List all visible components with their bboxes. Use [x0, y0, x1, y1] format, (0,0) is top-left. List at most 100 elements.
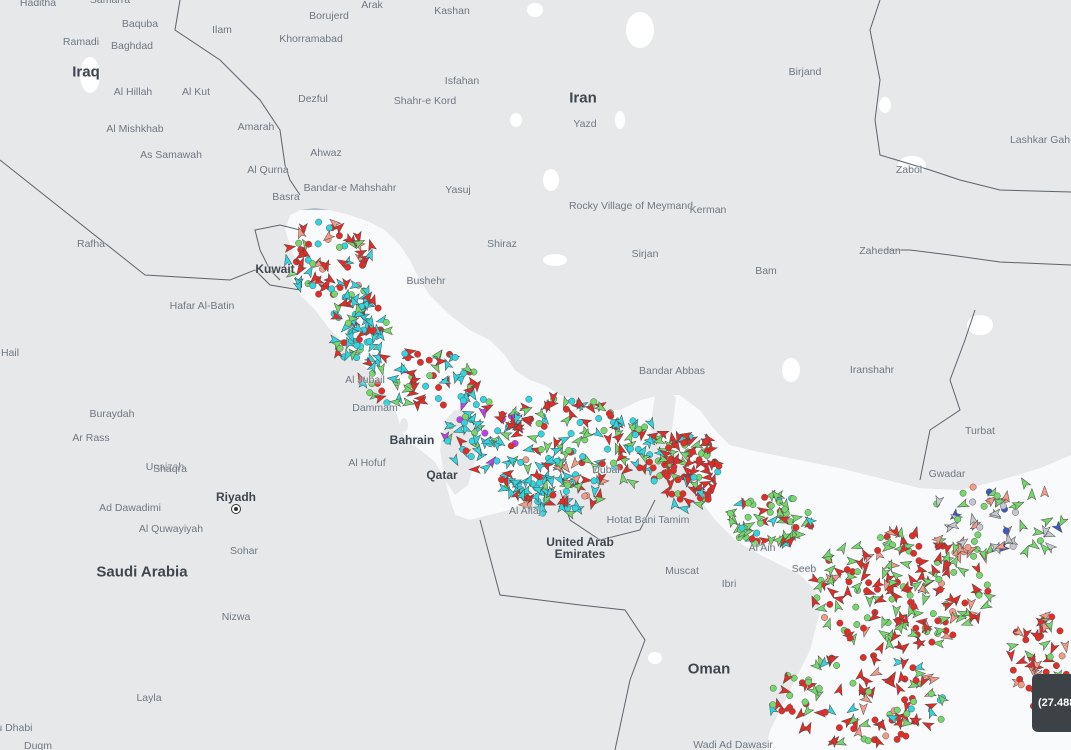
vessel-marker-icon[interactable] — [788, 707, 796, 715]
vessel-marker-icon[interactable] — [1022, 636, 1030, 644]
vessel-marker-icon[interactable] — [448, 453, 461, 467]
vessel-marker-icon[interactable] — [537, 430, 545, 438]
vessel-marker-icon[interactable] — [425, 356, 433, 364]
vessel-marker-icon[interactable] — [874, 546, 882, 554]
vessel-marker-icon[interactable] — [766, 508, 774, 516]
vessel-marker-icon[interactable] — [849, 679, 857, 687]
vessel-marker-icon[interactable] — [1009, 666, 1017, 674]
vessel-marker-icon[interactable] — [919, 592, 931, 606]
vessel-marker-icon[interactable] — [695, 456, 703, 464]
vessel-marker-icon[interactable] — [1017, 681, 1025, 689]
vessel-marker-icon[interactable] — [600, 427, 608, 434]
vessel-marker-icon[interactable] — [852, 603, 860, 611]
vessel-marker-icon[interactable] — [472, 401, 480, 409]
vessel-marker-icon[interactable] — [915, 542, 923, 550]
vessel-marker-icon[interactable] — [993, 492, 1001, 500]
vessel-marker-icon[interactable] — [836, 541, 849, 555]
vessel-marker-icon[interactable] — [826, 600, 834, 608]
vessel-marker-icon[interactable] — [790, 674, 798, 682]
vessel-marker-icon[interactable] — [309, 260, 317, 268]
vessel-marker-icon[interactable] — [744, 513, 752, 521]
vessel-marker-icon[interactable] — [769, 684, 777, 692]
vessel-marker-icon[interactable] — [562, 405, 570, 413]
vessel-marker-icon[interactable] — [627, 445, 634, 453]
map-canvas[interactable]: Iraq Iran Saudi Arabia Oman United Arab … — [0, 0, 1071, 750]
vessel-marker-icon[interactable] — [877, 534, 884, 542]
vessel-marker-icon[interactable] — [1018, 476, 1032, 491]
vessel-marker-icon[interactable] — [761, 493, 769, 501]
vessel-marker-icon[interactable] — [460, 419, 468, 427]
vessel-marker-icon[interactable] — [526, 432, 540, 444]
vessel-marker-icon[interactable] — [553, 457, 561, 465]
vessel-marker-icon[interactable] — [767, 502, 775, 510]
vessel-marker-icon[interactable] — [1006, 640, 1020, 652]
vessel-marker-icon[interactable] — [744, 499, 752, 507]
vessel-marker-icon[interactable] — [801, 704, 815, 719]
vessel-marker-icon[interactable] — [605, 410, 613, 418]
vessel-marker-icon[interactable] — [576, 419, 584, 426]
vessel-marker-icon[interactable] — [897, 640, 912, 655]
vessel-marker-icon[interactable] — [704, 495, 712, 503]
vessel-marker-icon[interactable] — [821, 614, 828, 621]
vessel-marker-icon[interactable] — [928, 638, 936, 646]
vessel-marker-icon[interactable] — [336, 344, 344, 352]
vessel-marker-icon[interactable] — [401, 350, 409, 358]
vessel-marker-icon[interactable] — [846, 634, 854, 642]
vessel-marker-icon[interactable] — [532, 459, 547, 473]
vessel-marker-icon[interactable] — [355, 336, 363, 344]
vessel-marker-icon[interactable] — [382, 318, 390, 326]
vessel-marker-icon[interactable] — [901, 696, 909, 704]
vessel-marker-icon[interactable] — [1046, 653, 1054, 661]
vessel-marker-icon[interactable] — [335, 232, 343, 240]
vessel-marker-icon[interactable] — [1027, 487, 1037, 501]
vessel-marker-icon[interactable] — [702, 438, 709, 446]
vessel-marker-icon[interactable] — [969, 498, 977, 506]
vessel-marker-icon[interactable] — [964, 544, 972, 551]
vessel-marker-icon[interactable] — [315, 218, 323, 226]
vessel-marker-icon[interactable] — [738, 524, 746, 532]
vessel-marker-icon[interactable] — [665, 444, 672, 452]
vessel-marker-icon[interactable] — [873, 593, 888, 606]
vessel-marker-icon[interactable] — [950, 568, 958, 576]
vessel-marker-icon[interactable] — [1005, 649, 1016, 663]
vessel-marker-icon[interactable] — [836, 619, 844, 627]
vessel-marker-icon[interactable] — [549, 491, 557, 499]
vessel-marker-icon[interactable] — [668, 490, 676, 498]
vessel-marker-icon[interactable] — [769, 701, 777, 709]
vessel-marker-icon[interactable] — [921, 719, 935, 732]
vessel-marker-icon[interactable] — [336, 243, 343, 251]
vessel-marker-icon[interactable] — [401, 397, 415, 408]
vessel-marker-icon[interactable] — [416, 358, 424, 366]
vessel-marker-icon[interactable] — [680, 439, 688, 447]
vessel-marker-icon[interactable] — [863, 587, 871, 595]
vessel-marker-icon[interactable] — [999, 502, 1007, 510]
vessel-marker-icon[interactable] — [562, 487, 570, 495]
vessel-marker-icon[interactable] — [1058, 652, 1066, 660]
vessel-marker-icon[interactable] — [1034, 634, 1042, 642]
vessel-marker-icon[interactable] — [336, 284, 344, 292]
vessel-marker-icon[interactable] — [689, 448, 697, 456]
vessel-marker-icon[interactable] — [789, 495, 797, 503]
vessel-marker-icon[interactable] — [912, 624, 920, 632]
vessel-marker-icon[interactable] — [567, 430, 575, 437]
vessel-marker-icon[interactable] — [835, 724, 843, 732]
vessel-marker-icon[interactable] — [494, 427, 502, 435]
vessel-marker-icon[interactable] — [479, 395, 487, 403]
vessel-marker-icon[interactable] — [882, 732, 890, 740]
vessel-marker-icon[interactable] — [910, 698, 918, 706]
vessel-marker-icon[interactable] — [462, 447, 470, 455]
vessel-marker-icon[interactable] — [858, 703, 868, 716]
vessel-marker-icon[interactable] — [929, 610, 937, 618]
vessel-marker-icon[interactable] — [579, 453, 587, 461]
vessel-marker-icon[interactable] — [869, 666, 883, 679]
vessel-marker-icon[interactable] — [814, 603, 828, 614]
vessel-marker-icon[interactable] — [974, 531, 982, 539]
vessel-marker-icon[interactable] — [507, 442, 515, 450]
vessel-marker-icon[interactable] — [864, 737, 872, 745]
vessel-marker-icon[interactable] — [631, 431, 639, 439]
vessel-marker-icon[interactable] — [874, 640, 887, 655]
vessel-marker-icon[interactable] — [970, 552, 978, 560]
vessel-marker-icon[interactable] — [439, 401, 447, 409]
vessel-marker-icon[interactable] — [595, 415, 603, 422]
vessel-marker-icon[interactable] — [906, 591, 914, 599]
